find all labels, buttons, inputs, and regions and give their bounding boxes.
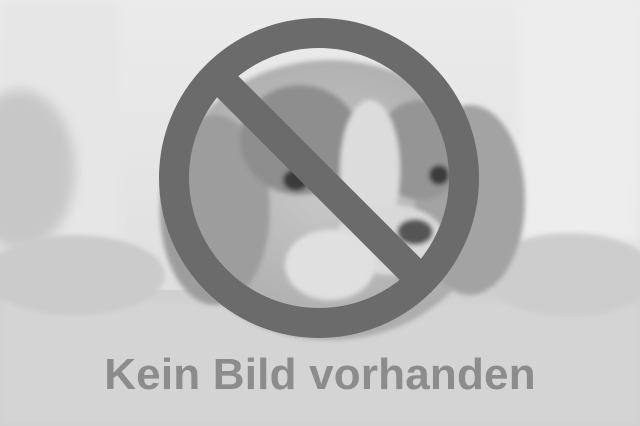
image-placeholder: Kein Bild vorhanden xyxy=(0,0,640,426)
no-image-caption: Kein Bild vorhanden xyxy=(104,350,536,399)
